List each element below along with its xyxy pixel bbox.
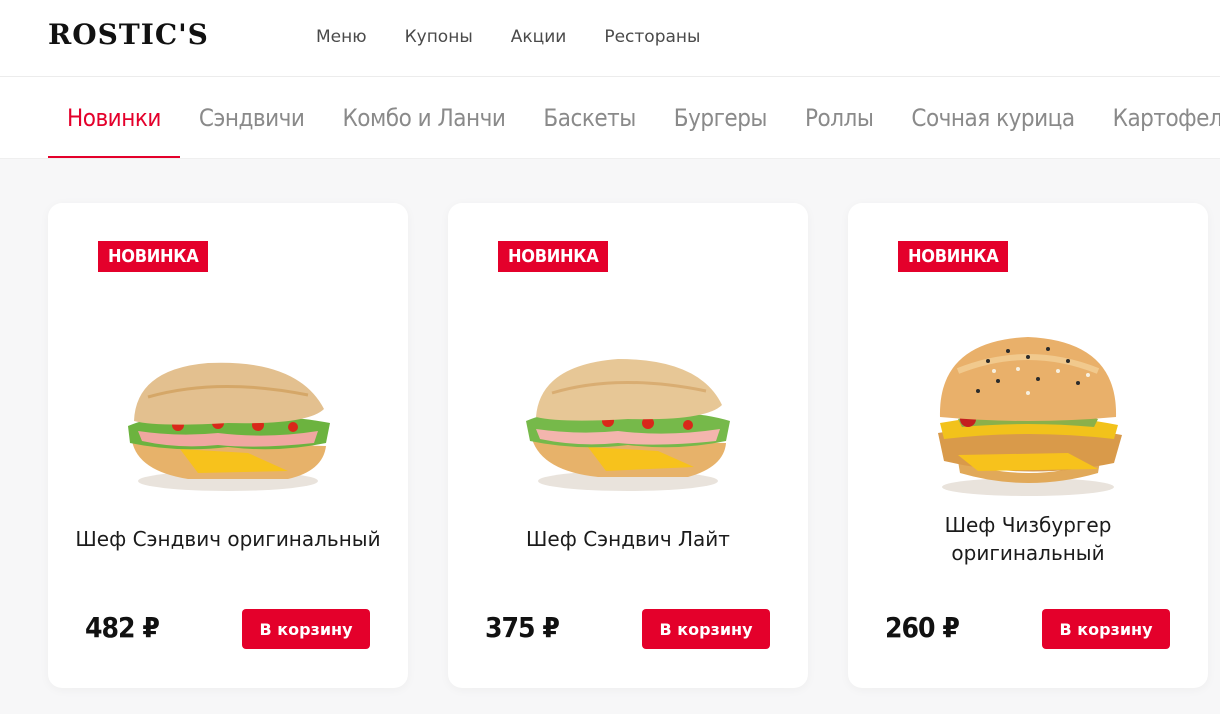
new-badge: НОВИНКА xyxy=(98,241,209,272)
tab-combo-lunch[interactable]: Комбо и Ланчи xyxy=(323,77,524,158)
product-price: 260 ₽ xyxy=(885,611,960,644)
product-name: Шеф Сэндвич Лайт xyxy=(526,527,730,551)
top-header: ROSTIC'S Меню Купоны Акции Рестораны xyxy=(0,0,1220,77)
tab-sandwiches[interactable]: Сэндвичи xyxy=(180,77,324,158)
tab-new[interactable]: Новинки xyxy=(48,77,180,158)
nav-menu[interactable]: Меню xyxy=(316,27,367,47)
product-card[interactable]: НОВИНКА Шеф Сэндвич оригинальный 482 ₽ В… xyxy=(48,203,408,688)
product-price: 482 ₽ xyxy=(85,611,160,644)
nav-promotions[interactable]: Акции xyxy=(511,27,567,47)
sandwich-image xyxy=(128,362,330,491)
nav-restaurants[interactable]: Рестораны xyxy=(604,27,700,47)
tab-baskets[interactable]: Баскеты xyxy=(524,77,654,158)
new-badge: НОВИНКА xyxy=(498,241,609,272)
cheeseburger-image xyxy=(938,337,1122,496)
product-name: Шеф Сэндвич оригинальный xyxy=(75,527,381,551)
product-card[interactable]: НОВИНКА Шеф Чизбургер оригинальный 260 ₽… xyxy=(848,203,1208,688)
add-to-cart-button[interactable]: В корзину xyxy=(1042,609,1170,649)
tab-juicy-chicken[interactable]: Сочная курица xyxy=(892,77,1093,158)
brand-logo[interactable]: ROSTIC'S xyxy=(48,18,209,51)
main-nav: Меню Купоны Акции Рестораны xyxy=(316,27,700,47)
add-to-cart-button[interactable]: В корзину xyxy=(242,609,370,649)
add-to-cart-button[interactable]: В корзину xyxy=(642,609,770,649)
product-name: Шеф Чизбургер оригинальный xyxy=(944,513,1112,565)
product-card[interactable]: НОВИНКА Шеф Сэндвич Лайт 375 ₽ В корзину xyxy=(448,203,808,688)
new-badge: НОВИНКА xyxy=(898,241,1009,272)
tab-fries-snacks[interactable]: Картофель и Снэки xyxy=(1094,77,1220,158)
product-price: 375 ₽ xyxy=(485,611,560,644)
nav-coupons[interactable]: Купоны xyxy=(405,27,473,47)
product-grid: НОВИНКА Шеф Сэндвич оригинальный 482 ₽ В… xyxy=(48,203,1208,688)
sandwich-light-image xyxy=(526,359,730,491)
tab-rolls[interactable]: Роллы xyxy=(786,77,892,158)
tab-burgers[interactable]: Бургеры xyxy=(655,77,786,158)
category-tabs: Новинки Сэндвичи Комбо и Ланчи Баскеты Б… xyxy=(0,77,1220,159)
